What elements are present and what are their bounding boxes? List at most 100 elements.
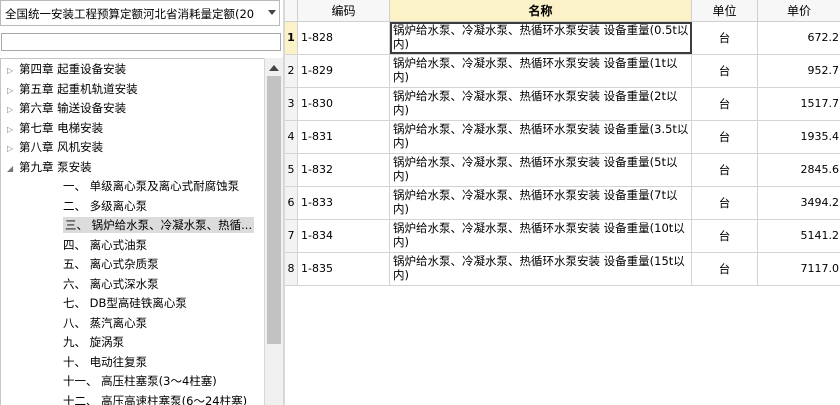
tree-chapter-label: 第六章 输送设备安装 [19, 101, 127, 115]
tree-chapter-label: 第八章 风机安装 [19, 140, 104, 154]
tree-section[interactable]: 十一、 高压柱塞泵(3～4柱塞) [63, 372, 217, 390]
tree-chapter-label: 第九章 泵安装 [19, 159, 92, 174]
tree-section-label: 十一、 高压柱塞泵(3～4柱塞) [63, 374, 217, 388]
tree-chapter[interactable]: ◢ 第九章 泵安装 [7, 158, 92, 176]
column-header-name[interactable]: 名称 [390, 0, 692, 22]
tree-chapter[interactable]: ▷ 第六章 输送设备安装 [7, 99, 126, 117]
tree-section[interactable]: 一、 单级离心泵及离心式耐腐蚀泵 [63, 177, 239, 195]
row-number[interactable]: 6 [285, 187, 298, 219]
cell-price[interactable]: 672.2 [758, 22, 840, 54]
triangle-right-icon[interactable]: ▷ [7, 82, 19, 100]
row-number[interactable]: 4 [285, 121, 298, 153]
row-number[interactable]: 7 [285, 220, 298, 252]
quota-selector[interactable]: 全国统一安装工程预算定额河北省消耗量定额(20 [0, 0, 280, 26]
row-number[interactable]: 5 [285, 154, 298, 186]
cell-code[interactable]: 1-830 [298, 88, 390, 120]
triangle-right-icon[interactable]: ▷ [7, 62, 19, 80]
search-input[interactable] [1, 33, 281, 51]
cell-price[interactable]: 1935.4 [758, 121, 840, 153]
cell-unit[interactable]: 台 [692, 88, 758, 120]
tree-scrollbar[interactable] [264, 58, 283, 405]
cell-name[interactable]: 锅炉给水泵、冷凝水泵、热循环水泵安装 设备重量(15t以内) [390, 253, 692, 285]
cell-unit[interactable]: 台 [692, 22, 758, 54]
cell-name[interactable]: 锅炉给水泵、冷凝水泵、热循环水泵安装 设备重量(5t以内) [390, 154, 692, 186]
quota-selector-value: 全国统一安装工程预算定额河北省消耗量定额(20 [5, 7, 255, 21]
cell-price[interactable]: 952.7 [758, 55, 840, 87]
column-header-unit[interactable]: 单位 [692, 0, 758, 22]
triangle-right-icon[interactable]: ▷ [7, 101, 19, 119]
tree-section-label: 四、 离心式油泵 [63, 237, 148, 252]
cell-code[interactable]: 1-828 [298, 22, 390, 54]
tree-chapter[interactable]: ▷ 第八章 风机安装 [7, 138, 103, 156]
tree-section-label: 二、 多级离心泵 [63, 198, 148, 213]
row-number[interactable]: 3 [285, 88, 298, 120]
cell-unit[interactable]: 台 [692, 253, 758, 285]
cell-price[interactable]: 1517.7 [758, 88, 840, 120]
cell-name[interactable]: 锅炉给水泵、冷凝水泵、热循环水泵安装 设备重量(1t以内) [390, 55, 692, 87]
cell-code[interactable]: 1-829 [298, 55, 390, 87]
tree-chapter-label: 第五章 起重机轨道安装 [19, 81, 138, 96]
tree-section-label: 三、 锅炉给水泵、冷凝水泵、热循... [63, 217, 255, 233]
cell-unit[interactable]: 台 [692, 55, 758, 87]
cell-price[interactable]: 2845.6 [758, 154, 840, 186]
row-number[interactable]: 8 [285, 253, 298, 285]
tree-chapter[interactable]: ▷ 第七章 电梯安装 [7, 119, 103, 137]
row-number[interactable]: 1 [285, 22, 298, 54]
tree-section[interactable]: 九、 旋涡泵 [63, 333, 124, 351]
cell-unit[interactable]: 台 [692, 187, 758, 219]
tree-section-label: 八、 蒸汽离心泵 [63, 315, 148, 330]
tree-section[interactable]: 二、 多级离心泵 [63, 197, 147, 215]
left-panel: 全国统一安装工程预算定额河北省消耗量定额(20 ▷ 第四章 起重设备安装 ▷ 第五章 … [0, 0, 283, 405]
cell-price[interactable]: 5141.2 [758, 220, 840, 252]
tree-section[interactable]: 八、 蒸汽离心泵 [63, 314, 147, 332]
tree-section-label: 五、 离心式杂质泵 [63, 257, 159, 271]
tree-section-label: 十二、 高压高速柱塞泵(6～24柱塞) [63, 393, 248, 405]
scroll-up-icon[interactable] [269, 65, 279, 71]
table-row[interactable]: 6 1-833 锅炉给水泵、冷凝水泵、热循环水泵安装 设备重量(7t以内) 台 3494… [285, 187, 840, 220]
tree-section-label: 六、 离心式深水泵 [63, 276, 159, 291]
cell-name[interactable]: 锅炉给水泵、冷凝水泵、热循环水泵安装 设备重量(10t以内) [390, 220, 692, 252]
table-row[interactable]: 8 1-835 锅炉给水泵、冷凝水泵、热循环水泵安装 设备重量(15t以内) 台 711… [285, 253, 840, 286]
cell-code[interactable]: 1-832 [298, 154, 390, 186]
table-row[interactable]: 3 1-830 锅炉给水泵、冷凝水泵、热循环水泵安装 设备重量(2t以内) 台 1517… [285, 88, 840, 121]
column-header-code[interactable]: 编码 [298, 0, 390, 22]
triangle-down-icon[interactable]: ◢ [7, 160, 19, 178]
table-row[interactable]: 1 1-828 锅炉给水泵、冷凝水泵、热循环水泵安装 设备重量(0.5t以内) 台 67… [285, 22, 840, 55]
triangle-right-icon[interactable]: ▷ [7, 140, 19, 158]
cell-code[interactable]: 1-831 [298, 121, 390, 153]
cell-name[interactable]: 锅炉给水泵、冷凝水泵、热循环水泵安装 设备重量(0.5t以内) [390, 22, 692, 54]
cell-name[interactable]: 锅炉给水泵、冷凝水泵、热循环水泵安装 设备重量(7t以内) [390, 187, 692, 219]
quota-grid: 编码 名称 单位 单价 1 1-828 锅炉给水泵、冷凝水泵、热循环水泵安装 设备重… [285, 0, 840, 405]
table-row[interactable]: 2 1-829 锅炉给水泵、冷凝水泵、热循环水泵安装 设备重量(1t以内) 台 952.… [285, 55, 840, 88]
tree-chapter[interactable]: ▷ 第四章 起重设备安装 [7, 60, 126, 78]
cell-unit[interactable]: 台 [692, 220, 758, 252]
tree-section[interactable]: 三、 锅炉给水泵、冷凝水泵、热循... [63, 216, 255, 234]
tree-section-label: 九、 旋涡泵 [63, 335, 125, 349]
table-row[interactable]: 5 1-832 锅炉给水泵、冷凝水泵、热循环水泵安装 设备重量(5t以内) 台 2845… [285, 154, 840, 187]
cell-unit[interactable]: 台 [692, 154, 758, 186]
cell-unit[interactable]: 台 [692, 121, 758, 153]
column-header-price[interactable]: 单价 [758, 0, 840, 22]
tree-section[interactable]: 四、 离心式油泵 [63, 236, 147, 254]
cell-price[interactable]: 3494.2 [758, 187, 840, 219]
cell-price[interactable]: 7117.0 [758, 253, 840, 285]
table-row[interactable]: 7 1-834 锅炉给水泵、冷凝水泵、热循环水泵安装 设备重量(10t以内) 台 514… [285, 220, 840, 253]
tree-section[interactable]: 七、 DB型高硅铁离心泵 [63, 294, 187, 312]
tree-section[interactable]: 五、 离心式杂质泵 [63, 255, 159, 273]
triangle-right-icon[interactable]: ▷ [7, 121, 19, 139]
tree-section[interactable]: 六、 离心式深水泵 [63, 275, 159, 293]
table-row[interactable]: 4 1-831 锅炉给水泵、冷凝水泵、热循环水泵安装 设备重量(3.5t以内) 台 19… [285, 121, 840, 154]
tree-chapter[interactable]: ▷ 第五章 起重机轨道安装 [7, 80, 138, 98]
cell-name[interactable]: 锅炉给水泵、冷凝水泵、热循环水泵安装 设备重量(3.5t以内) [390, 121, 692, 153]
row-number[interactable]: 2 [285, 55, 298, 87]
scrollbar-thumb[interactable] [267, 76, 281, 344]
cell-code[interactable]: 1-833 [298, 187, 390, 219]
cell-code[interactable]: 1-834 [298, 220, 390, 252]
chevron-down-icon[interactable] [268, 10, 276, 15]
cell-code[interactable]: 1-835 [298, 253, 390, 285]
cell-name[interactable]: 锅炉给水泵、冷凝水泵、热循环水泵安装 设备重量(2t以内) [390, 88, 692, 120]
tree-section[interactable]: 十、 电动往复泵 [63, 353, 147, 371]
tree-section-label: 一、 单级离心泵及离心式耐腐蚀泵 [63, 179, 240, 193]
tree-section[interactable]: 十二、 高压高速柱塞泵(6～24柱塞) [63, 392, 247, 405]
tree-section-label: 十、 电动往复泵 [63, 354, 148, 369]
